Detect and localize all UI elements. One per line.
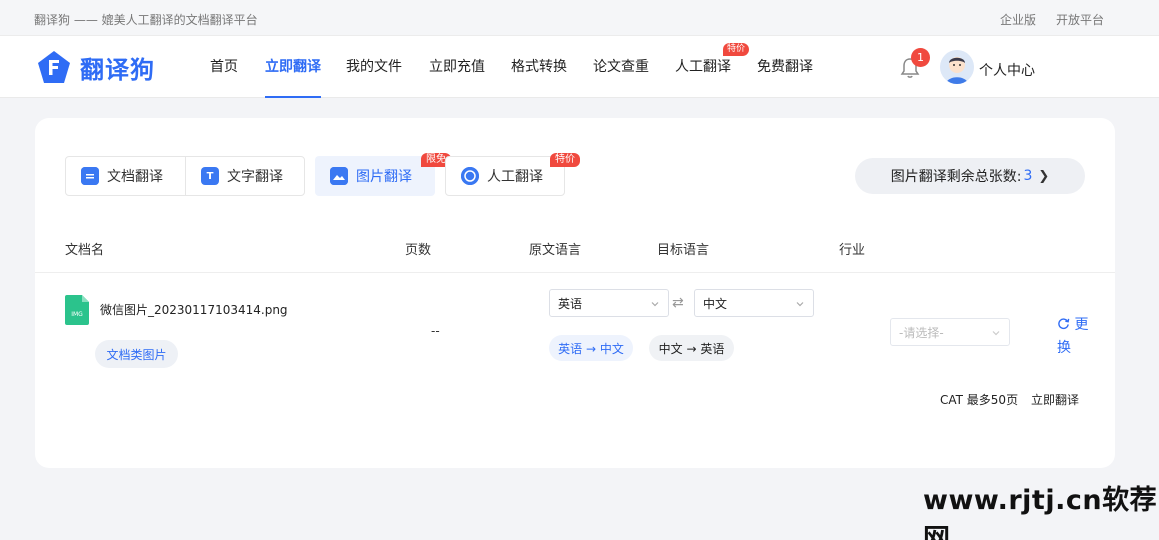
site-watermark: www.rjtj.cn软荐网	[923, 485, 1158, 540]
nav-home[interactable]: 首页	[210, 56, 238, 98]
source-language-value: 英语	[558, 296, 583, 311]
tab-text-label: 文字翻译	[227, 169, 283, 185]
tab-document-label: 文档翻译	[107, 169, 163, 185]
cat-page-limit-note: CAT 最多50页	[940, 393, 1019, 407]
nav-format-convert[interactable]: 格式转换	[511, 56, 567, 98]
document-image-tag[interactable]: 文档类图片	[95, 340, 178, 368]
refresh-icon	[1058, 318, 1070, 330]
tab-divider	[185, 157, 186, 195]
enterprise-link[interactable]: 企业版	[1000, 11, 1036, 28]
special-price-badge: 特价	[550, 153, 580, 167]
tab-document-translation[interactable]: 文档翻译	[81, 157, 163, 195]
swap-languages-icon[interactable]: ⇄	[672, 295, 684, 311]
direction-en-to-zh[interactable]: 英语 → 中文	[549, 335, 633, 361]
translation-panel: 文档翻译 T 文字翻译 图片翻译 限免 人工翻译 特价 图片翻译剩余总张数: 3…	[35, 118, 1115, 468]
tab-human-label: 人工翻译	[487, 169, 543, 185]
nav-plagiarism-check[interactable]: 论文查重	[593, 56, 649, 98]
image-file-icon: IMG	[65, 295, 89, 325]
site-slogan: 翻译狗 —— 媲美人工翻译的文档翻译平台	[34, 13, 258, 27]
chevron-right-icon: ❯	[1038, 168, 1050, 184]
header-source-language: 原文语言	[529, 243, 582, 258]
file-name: 微信图片_20230117103414.png	[100, 303, 288, 317]
text-icon: T	[201, 167, 219, 185]
logo-text: 翻译狗	[80, 55, 155, 84]
header-target-language: 目标语言	[657, 243, 710, 258]
source-language-select[interactable]: 英语	[549, 289, 669, 317]
quota-count: 3	[1023, 168, 1033, 184]
tab-group-left: 文档翻译 T 文字翻译	[65, 156, 305, 196]
nav-free-translation[interactable]: 免费翻译	[757, 56, 813, 98]
page-count: --	[431, 324, 440, 338]
tab-text-translation[interactable]: T 文字翻译	[201, 157, 283, 195]
header-filename: 文档名	[65, 243, 105, 258]
user-avatar[interactable]	[940, 50, 974, 84]
industry-select[interactable]: -请选择-	[890, 318, 1010, 346]
tab-group-right: 人工翻译	[445, 156, 565, 196]
header-industry: 行业	[839, 243, 866, 258]
notification-count-badge: 1	[911, 48, 930, 67]
direction-zh-to-en[interactable]: 中文 → 英语	[649, 335, 734, 361]
tab-human-translation[interactable]: 人工翻译	[461, 157, 543, 195]
logo[interactable]: 翻译狗	[36, 49, 155, 85]
file-icon-label: IMG	[71, 311, 83, 318]
chevron-down-icon	[991, 327, 1001, 337]
nav-my-files[interactable]: 我的文件	[346, 56, 402, 98]
image-quota-button[interactable]: 图片翻译剩余总张数: 3 ❯	[855, 158, 1085, 194]
header-pages: 页数	[405, 243, 432, 258]
image-icon	[330, 167, 348, 185]
table-divider	[35, 272, 1115, 273]
nav-human-translation[interactable]: 人工翻译	[675, 56, 731, 98]
nav-special-price-badge: 特价	[723, 43, 750, 56]
user-center-link[interactable]: 个人中心	[979, 60, 1035, 80]
target-language-value: 中文	[703, 296, 728, 311]
translate-now-link[interactable]: 立即翻译	[1031, 391, 1079, 408]
nav-recharge[interactable]: 立即充值	[429, 56, 485, 98]
nav-translate-now[interactable]: 立即翻译	[265, 56, 321, 98]
logo-mark-icon	[36, 49, 72, 85]
industry-placeholder: -请选择-	[899, 325, 944, 340]
tab-image-translation[interactable]: 图片翻译	[315, 156, 435, 196]
chevron-down-icon	[650, 298, 660, 308]
open-platform-link[interactable]: 开放平台	[1056, 11, 1104, 28]
change-file-button[interactable]: 更换	[1057, 314, 1093, 360]
chat-icon	[461, 167, 479, 185]
main-header: 翻译狗 首页 立即翻译 我的文件 立即充值 格式转换 论文查重 人工翻译 特价 …	[0, 36, 1159, 98]
quota-label: 图片翻译剩余总张数:	[890, 169, 1022, 185]
target-language-select[interactable]: 中文	[694, 289, 814, 317]
top-strip: 翻译狗 —— 媲美人工翻译的文档翻译平台 企业版 开放平台	[0, 0, 1159, 36]
document-icon	[81, 167, 99, 185]
tab-image-label: 图片翻译	[356, 169, 412, 185]
chevron-down-icon	[795, 298, 805, 308]
